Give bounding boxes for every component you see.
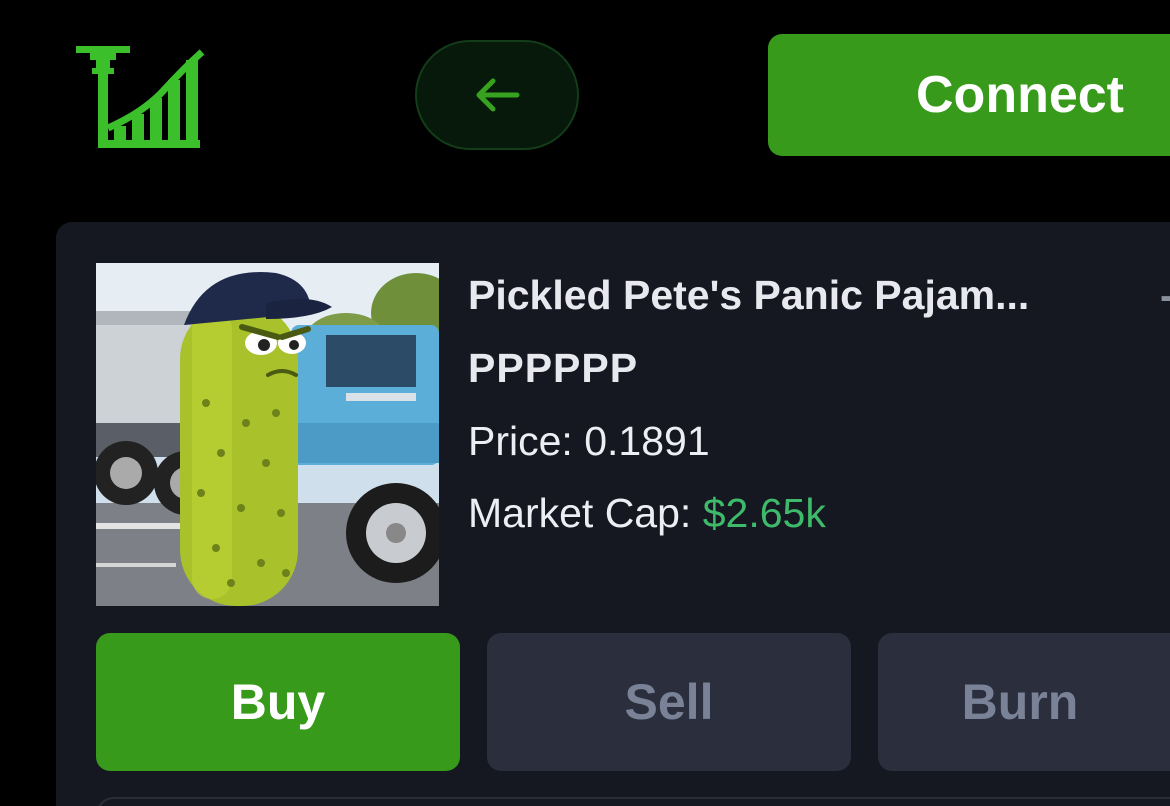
sell-tab[interactable]: Sell [487, 633, 851, 771]
market-cap-row: Market Cap: $2.65k [468, 490, 826, 537]
price-label: Price: [468, 418, 573, 464]
token-symbol: PPPPPP [468, 345, 639, 391]
app-logo-icon[interactable] [74, 42, 205, 152]
app-screen: Connect Pickled Pete's Panic Pajam... PP… [0, 0, 1170, 806]
market-cap-label: Market Cap: [468, 490, 692, 536]
arrow-left-icon [476, 78, 520, 112]
connect-button[interactable]: Connect [768, 34, 1170, 156]
token-name: Pickled Pete's Panic Pajam... [468, 272, 1030, 318]
buy-tab-label: Buy [230, 674, 326, 730]
burn-tab[interactable]: Burn [878, 633, 1170, 771]
sell-tab-label: Sell [624, 674, 714, 730]
amount-input-edge[interactable] [96, 797, 1170, 806]
price-row: Price: 0.1891 [468, 418, 710, 465]
market-cap-value: $2.65k [702, 490, 826, 536]
burn-tab-label: Burn [961, 674, 1079, 730]
token-name-overflow: - [1160, 272, 1170, 319]
tower-chart-logo-icon [76, 46, 205, 148]
back-button[interactable] [415, 40, 579, 150]
token-image[interactable] [96, 263, 439, 606]
pickle-character-image [96, 263, 439, 606]
price-value: 0.1891 [584, 418, 710, 464]
buy-tab[interactable]: Buy [96, 633, 460, 771]
